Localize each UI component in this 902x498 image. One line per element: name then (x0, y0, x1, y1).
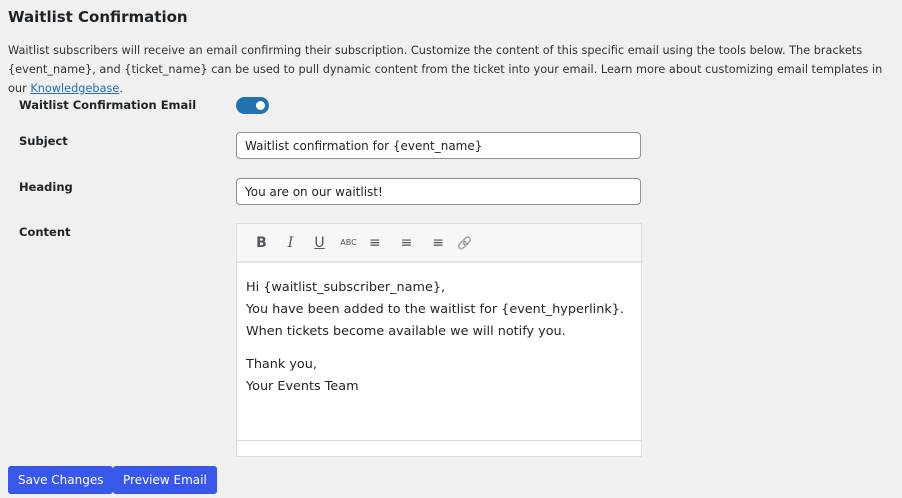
content-line: Your Events Team (246, 379, 359, 394)
subject-label: Subject (19, 134, 68, 148)
page-title: Waitlist Confirmation (8, 8, 188, 26)
content-line: Thank you, (246, 357, 317, 372)
editor-body[interactable]: Hi {waitlist_subscriber_name}, You have b… (237, 263, 641, 423)
description-text: Waitlist subscribers will receive an ema… (8, 44, 883, 95)
editor-toolbar: B I U ABC ≡ ≡ ≡ 🔗 (237, 224, 641, 263)
content-editor: B I U ABC ≡ ≡ ≡ 🔗 Hi {waitlist_subscribe… (236, 223, 642, 457)
waitlist-email-toggle[interactable] (236, 97, 269, 114)
heading-label: Heading (19, 180, 73, 194)
description: Waitlist subscribers will receive an ema… (8, 41, 898, 98)
subject-input[interactable] (236, 132, 641, 159)
editor-resize-bar[interactable] (237, 440, 641, 456)
toggle-label: Waitlist Confirmation Email (19, 98, 197, 112)
content-label: Content (19, 225, 71, 239)
description-end: . (119, 82, 123, 95)
link-icon[interactable]: 🔗 (450, 236, 479, 250)
align-center-icon[interactable]: ≡ (392, 235, 421, 251)
content-line: Hi {waitlist_subscriber_name}, (246, 280, 446, 295)
preview-email-button[interactable]: Preview Email (113, 466, 217, 494)
save-changes-button[interactable]: Save Changes (8, 466, 114, 494)
bold-icon[interactable]: B (247, 235, 276, 251)
strikethrough-icon[interactable]: ABC (334, 238, 363, 247)
content-line: You have been added to the waitlist for … (246, 302, 624, 317)
italic-icon[interactable]: I (276, 235, 305, 251)
underline-icon[interactable]: U (305, 235, 334, 251)
heading-input[interactable] (236, 178, 641, 205)
align-left-icon[interactable]: ≡ (363, 235, 392, 251)
content-line: When tickets become available we will no… (246, 324, 566, 339)
align-right-icon[interactable]: ≡ (421, 235, 450, 251)
knowledgebase-link[interactable]: Knowledgebase (30, 82, 119, 95)
